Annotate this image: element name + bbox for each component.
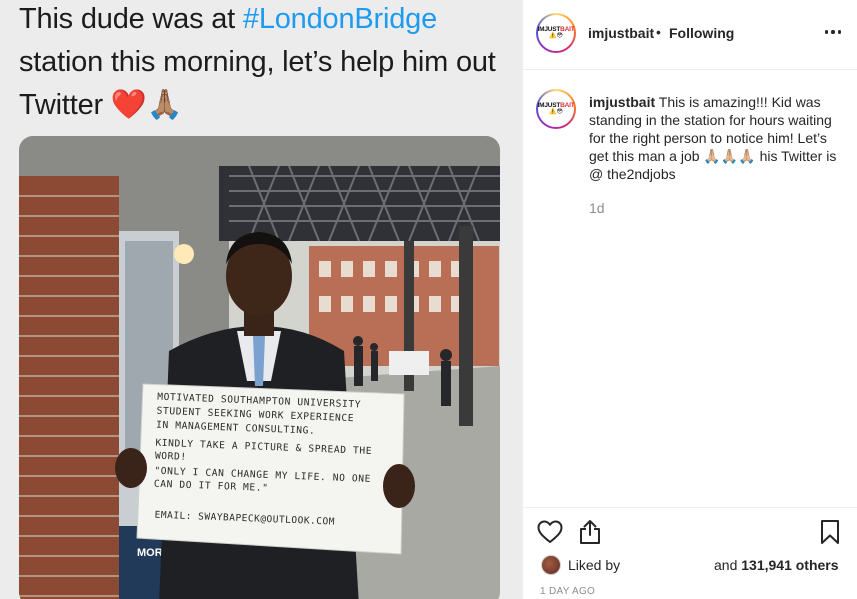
sign-line: WORD!: [155, 451, 187, 463]
more-dot: [831, 30, 835, 34]
post-timestamp: 1 DAY AGO: [540, 586, 596, 597]
heart-icon[interactable]: [536, 518, 564, 546]
avatar-logo-text: IMJUSTBAIT: [538, 102, 575, 109]
post-media[interactable]: This dude was at #LondonBridge station t…: [0, 0, 522, 599]
liker-avatar[interactable]: [541, 555, 561, 575]
avatar-logo-part: IMJUST: [537, 26, 561, 33]
more-dot: [824, 30, 829, 34]
tweet-text-part: This dude was at: [19, 3, 243, 35]
tweet-emojis: ❤️🙏🏽: [110, 89, 183, 121]
post-photo: MORNI TALK MOTIVATED SOUTHAMPTON UNIVERS…: [19, 136, 500, 599]
share-icon[interactable]: [576, 518, 604, 546]
post-header: IMJUSTBAIT ⚠️😳 imjustbait • Following: [523, 0, 857, 70]
likes-count[interactable]: and 131,941 others: [714, 557, 839, 573]
avatar[interactable]: IMJUSTBAIT ⚠️😳: [536, 13, 576, 53]
caption-avatar[interactable]: IMJUSTBAIT ⚠️😳: [536, 89, 576, 129]
avatar-logo: IMJUSTBAIT ⚠️😳: [538, 91, 575, 127]
caption-username[interactable]: imjustbait: [589, 94, 655, 110]
avatar-logo-emoji: ⚠️😳: [549, 33, 563, 39]
more-dot: [837, 30, 842, 34]
tweet-text-part: station this morning, let’s help him out…: [19, 46, 496, 121]
post-side-panel: IMJUSTBAIT ⚠️😳 imjustbait • Following IM…: [522, 0, 857, 599]
avatar-logo-text: IMJUSTBAIT: [538, 26, 575, 33]
likes-count-text: 131,941 others: [741, 557, 839, 573]
avatar-logo: IMJUSTBAIT ⚠️😳: [538, 15, 575, 51]
header-username[interactable]: imjustbait: [588, 25, 654, 41]
liked-by-label: Liked by: [568, 557, 621, 573]
avatar-logo-part: IMJUST: [537, 102, 561, 109]
avatar-logo-emoji: ⚠️😳: [549, 109, 563, 115]
bookmark-icon[interactable]: [816, 518, 844, 546]
tweet-hashtag: #LondonBridge: [242, 3, 438, 35]
avatar-logo-part: BAIT: [560, 26, 575, 33]
caption-time: 1d: [589, 200, 605, 216]
avatar-logo-part: BAIT: [560, 102, 575, 109]
caption: imjustbait This is amazing!!! Kid was st…: [589, 93, 844, 183]
post-actions: Liked by and 131,941 others 1 DAY AGO: [523, 507, 857, 599]
tweet-text: This dude was at #LondonBridge station t…: [19, 0, 514, 127]
likes-and: and: [714, 557, 742, 573]
following-button[interactable]: Following: [669, 25, 734, 41]
header-separator: •: [656, 24, 661, 40]
more-horizontal-icon[interactable]: [823, 22, 843, 42]
